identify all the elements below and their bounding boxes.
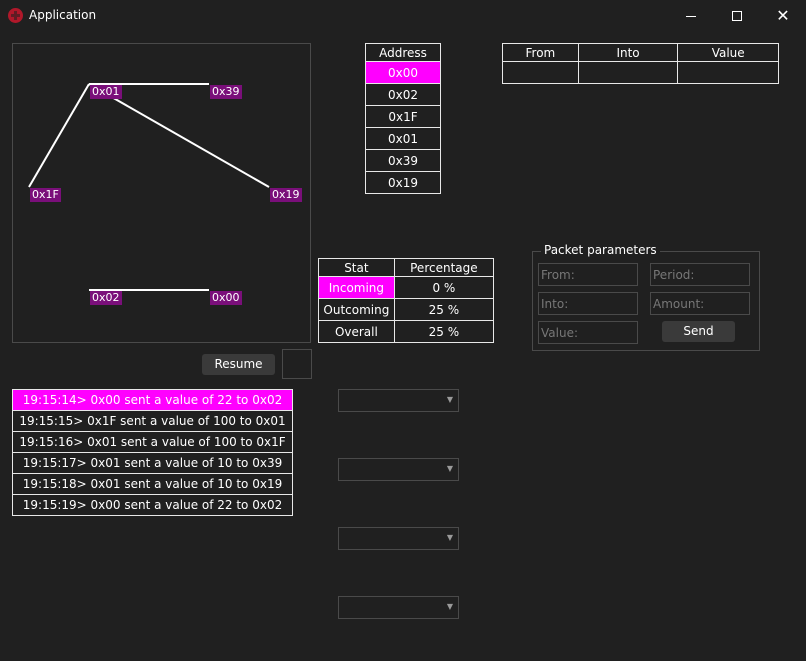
table-row[interactable] [502,61,779,84]
dropdown-1[interactable]: ▼ [338,389,459,412]
packet-parameters-title: Packet parameters [541,243,660,257]
minimize-icon [686,15,696,17]
graph-node-0x1F[interactable]: 0x1F [30,188,61,202]
transfer-header-into: Into [577,43,679,62]
log-entry[interactable]: 19:15:18> 0x01 sent a value of 10 to 0x1… [12,473,293,495]
send-button[interactable]: Send [662,321,735,342]
log-entry[interactable]: 19:15:17> 0x01 sent a value of 10 to 0x3… [12,452,293,474]
transfer-cell[interactable] [677,61,779,84]
stat-row[interactable]: Outcoming 25 % [318,298,495,321]
maximize-icon [732,11,742,21]
address-cell[interactable]: 0x39 [365,149,441,172]
stat-header-stat: Stat [318,258,395,277]
network-graph-canvas[interactable]: 0x01 0x39 0x1F 0x19 0x02 0x00 [12,43,311,343]
graph-node-0x01[interactable]: 0x01 [90,85,122,99]
transfer-cell[interactable] [577,61,679,84]
graph-node-0x00[interactable]: 0x00 [210,291,242,305]
chevron-down-icon: ▼ [446,464,453,473]
event-log-list[interactable]: 19:15:14> 0x00 sent a value of 22 to 0x0… [12,389,293,516]
log-entry[interactable]: 19:15:19> 0x00 sent a value of 22 to 0x0… [12,494,293,516]
address-table: Address 0x00 0x02 0x1F 0x01 0x39 0x19 [365,43,441,194]
address-cell[interactable]: 0x19 [365,171,441,194]
dropdown-4[interactable]: ▼ [338,596,459,619]
address-row[interactable]: 0x01 [365,127,441,150]
amount-field[interactable] [650,292,750,315]
transfer-header-value: Value [677,43,779,62]
from-field[interactable] [538,263,638,286]
close-icon: ✕ [776,6,790,25]
close-button[interactable]: ✕ [760,0,806,32]
address-cell[interactable]: 0x1F [365,105,441,128]
resume-button[interactable]: Resume [202,354,275,375]
stat-percentage-cell[interactable]: 25 % [393,320,495,343]
maximize-button[interactable] [714,0,760,32]
stat-row[interactable]: Incoming 0 % [318,276,495,299]
stat-percentage-cell[interactable]: 0 % [393,276,495,299]
dropdown-2[interactable]: ▼ [338,458,459,481]
transfer-table: From Into Value [502,43,779,84]
minimize-button[interactable] [668,0,714,32]
value-field[interactable] [538,321,638,344]
stat-header-percentage: Percentage [393,258,495,277]
graph-node-0x39[interactable]: 0x39 [210,85,242,99]
address-cell[interactable]: 0x00 [365,61,441,84]
address-row[interactable]: 0x00 [365,61,441,84]
stat-table: Stat Percentage Incoming 0 % Outcoming 25 % O… [318,258,495,343]
dropdown-3[interactable]: ▼ [338,527,459,550]
chevron-down-icon: ▼ [446,533,453,542]
chevron-down-icon: ▼ [446,395,453,404]
address-header: Address [365,43,441,62]
transfer-header-from: From [502,43,579,62]
address-cell[interactable]: 0x01 [365,127,441,150]
app-logo-icon [8,8,23,23]
graph-edge-0x01-0x19 [88,83,270,188]
step-box[interactable] [282,349,312,379]
address-row[interactable]: 0x19 [365,171,441,194]
address-row[interactable]: 0x39 [365,149,441,172]
graph-node-0x19[interactable]: 0x19 [270,188,302,202]
graph-node-0x02[interactable]: 0x02 [90,291,122,305]
stat-row[interactable]: Overall 25 % [318,320,495,343]
stat-name-cell[interactable]: Outcoming [318,298,395,321]
stat-name-cell[interactable]: Incoming [318,276,395,299]
period-field[interactable] [650,263,750,286]
log-entry[interactable]: 19:15:16> 0x01 sent a value of 100 to 0x… [12,431,293,453]
title-bar: Application ✕ [0,0,806,32]
address-row[interactable]: 0x1F [365,105,441,128]
transfer-cell[interactable] [502,61,579,84]
window-title: Application [29,8,97,22]
graph-edge-0x1F-0x01 [28,83,90,188]
address-row[interactable]: 0x02 [365,83,441,106]
into-field[interactable] [538,292,638,315]
address-cell[interactable]: 0x02 [365,83,441,106]
stat-name-cell[interactable]: Overall [318,320,395,343]
stat-percentage-cell[interactable]: 25 % [393,298,495,321]
chevron-down-icon: ▼ [446,602,453,611]
log-entry[interactable]: 19:15:14> 0x00 sent a value of 22 to 0x0… [12,389,293,411]
log-entry[interactable]: 19:15:15> 0x1F sent a value of 100 to 0x… [12,410,293,432]
